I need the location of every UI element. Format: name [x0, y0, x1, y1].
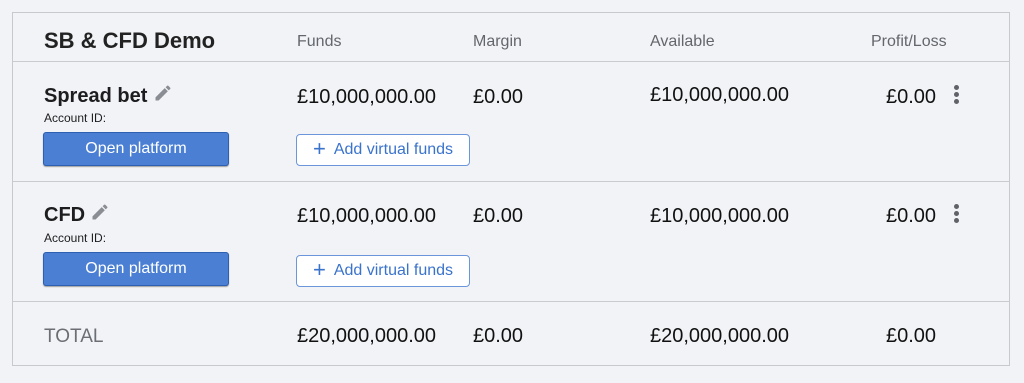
margin-value: £0.00	[473, 205, 524, 227]
profit-loss-value: £0.00	[886, 205, 937, 227]
total-funds-value: £20,000,000.00	[297, 325, 437, 347]
add-virtual-funds-label: Add virtual funds	[333, 141, 454, 158]
column-header-funds: Funds	[297, 33, 342, 50]
kebab-menu-icon[interactable]	[951, 204, 961, 226]
total-available-value: £20,000,000.00	[650, 325, 790, 347]
account-id-label: Account ID:	[44, 231, 107, 245]
total-margin-value: £0.00	[473, 325, 524, 347]
available-value: £10,000,000.00	[650, 84, 790, 106]
page-title: SB & CFD Demo	[44, 28, 216, 53]
pencil-icon[interactable]	[153, 83, 173, 103]
open-platform-button[interactable]: Open platform	[43, 252, 229, 286]
margin-value: £0.00	[473, 86, 524, 108]
header-divider	[13, 61, 1009, 62]
add-virtual-funds-button[interactable]: + Add virtual funds	[296, 134, 470, 166]
column-header-margin: Margin	[473, 33, 522, 50]
account-name: CFD	[44, 204, 86, 226]
available-value: £10,000,000.00	[650, 205, 790, 227]
funds-value: £10,000,000.00	[297, 205, 437, 227]
account-id-label: Account ID:	[44, 111, 107, 125]
plus-icon: +	[312, 136, 326, 161]
total-profit-loss-value: £0.00	[886, 325, 937, 347]
open-platform-button[interactable]: Open platform	[43, 132, 229, 166]
add-virtual-funds-button[interactable]: + Add virtual funds	[296, 255, 470, 287]
add-virtual-funds-label: Add virtual funds	[333, 262, 454, 279]
demo-accounts-panel: SB & CFD Demo Funds Margin Available Pro…	[12, 12, 1010, 366]
total-divider	[13, 301, 1009, 302]
plus-icon: +	[312, 257, 326, 282]
row-divider	[13, 181, 1009, 182]
total-label: TOTAL	[44, 326, 104, 347]
funds-value: £10,000,000.00	[297, 86, 437, 108]
column-header-profit-loss: Profit/Loss	[871, 33, 947, 50]
kebab-menu-icon[interactable]	[951, 85, 961, 107]
account-name: Spread bet	[44, 85, 148, 107]
profit-loss-value: £0.00	[886, 86, 937, 108]
pencil-icon[interactable]	[90, 202, 110, 222]
column-header-available: Available	[650, 33, 715, 50]
